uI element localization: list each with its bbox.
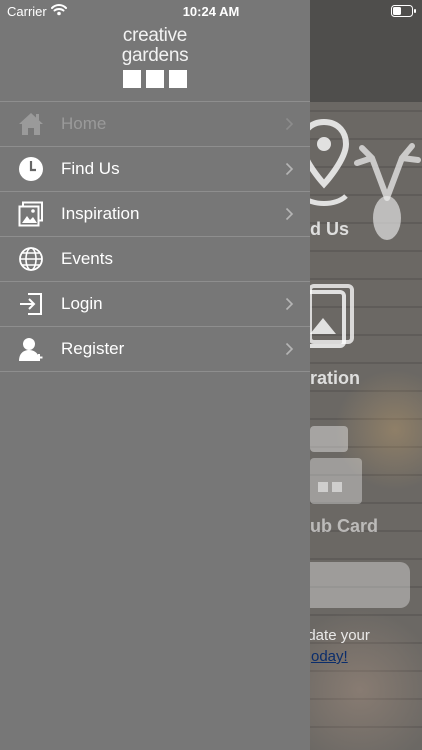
background-tile-find-us-label: d Us [310, 219, 350, 239]
brand-squares [0, 70, 310, 88]
brand-square [146, 70, 164, 88]
drawer-menu: Home Find Us Inspiration Events Login Re… [0, 101, 310, 372]
menu-item-label: Register [61, 339, 125, 358]
brand-line-1: creative [122, 25, 188, 46]
clock-icon [19, 157, 43, 181]
login-icon [20, 293, 42, 315]
menu-item-label: Home [61, 114, 107, 133]
menu-item-label: Find Us [61, 159, 120, 178]
background-promo-link[interactable]: oday! [311, 648, 348, 665]
status-time: 10:24 AM [182, 4, 240, 19]
brand-square [123, 70, 141, 88]
background-tile-inspiration-label: ration [310, 368, 361, 388]
menu-item-login[interactable]: Login [0, 282, 310, 327]
chevron-right-icon [285, 342, 294, 356]
status-bar: Carrier 10:24 AM [0, 0, 422, 22]
background-tile-club-card-label: ub Card [310, 516, 379, 536]
brand-logo: creative gardens [0, 26, 310, 88]
menu-item-label: Events [61, 249, 113, 268]
side-drawer: creative gardens Home Find Us Inspiratio… [0, 0, 310, 750]
menu-item-inspiration[interactable]: Inspiration [0, 192, 310, 237]
menu-item-label: Inspiration [61, 204, 140, 223]
brand-line-2: gardens [121, 45, 189, 66]
add-user-icon [19, 338, 43, 361]
menu-item-find-us[interactable]: Find Us [0, 147, 310, 192]
battery-icon [391, 5, 416, 17]
menu-item-label: Login [61, 294, 103, 313]
menu-item-home[interactable]: Home [0, 102, 310, 147]
gallery-icon [18, 201, 43, 227]
chevron-right-icon [285, 207, 294, 221]
home-icon [19, 113, 43, 135]
club-card-tile-icon [310, 426, 362, 504]
app-screen: d Us ration ub Card pdate your oday! Car… [0, 0, 422, 750]
deer-antler-decoration-icon [354, 143, 421, 240]
menu-item-register[interactable]: Register [0, 327, 310, 372]
menu-item-events[interactable]: Events [0, 237, 310, 282]
chevron-right-icon [285, 297, 294, 311]
chevron-right-icon [285, 162, 294, 176]
brand-square [169, 70, 187, 88]
globe-icon [19, 247, 43, 271]
chevron-right-icon [285, 117, 294, 131]
